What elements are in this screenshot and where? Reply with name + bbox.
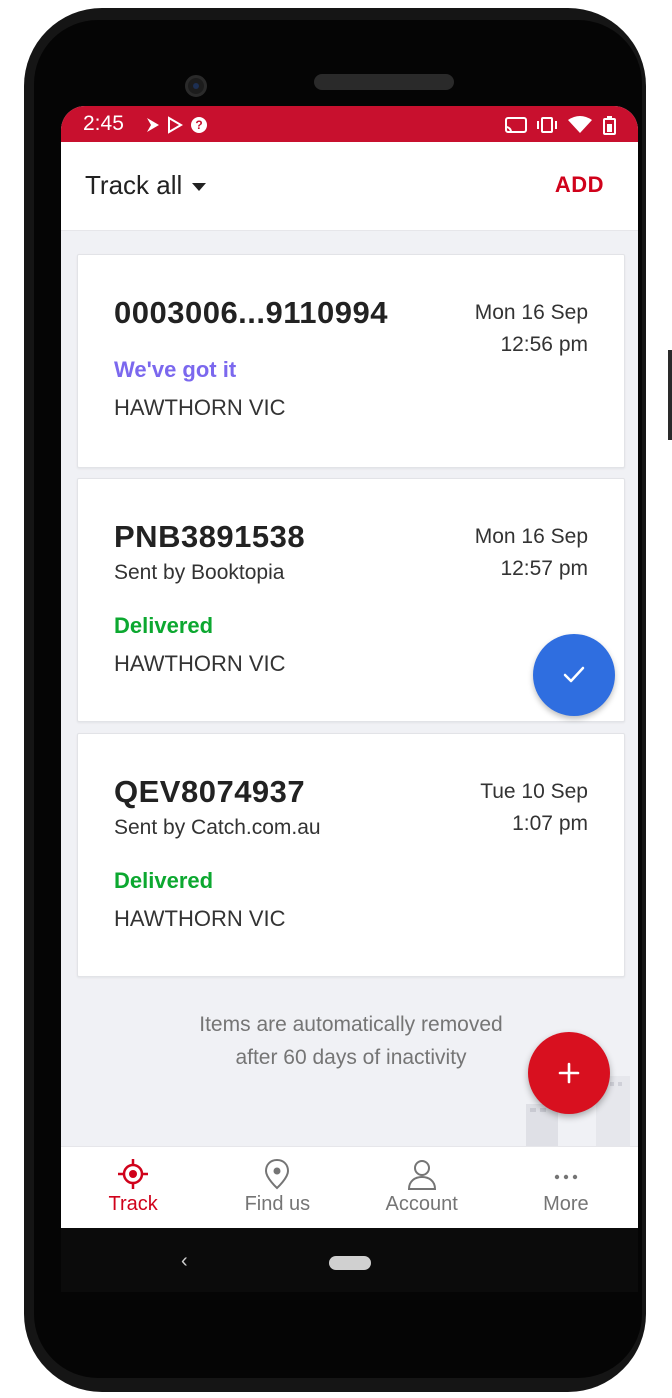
nav-item-more[interactable]: More: [494, 1147, 638, 1228]
item-timestamp: Mon 16 Sep 12:57 pm: [475, 521, 588, 585]
plus-icon: [558, 1062, 580, 1084]
status-time: 2:45: [83, 112, 124, 135]
select-fab-button[interactable]: [533, 634, 615, 716]
item-status: Delivered: [114, 613, 214, 638]
more-dots-icon: [554, 1174, 578, 1180]
play-store-icon: [168, 116, 183, 134]
item-location: HAWTHORN VIC: [114, 906, 286, 931]
front-camera: [185, 75, 207, 97]
note-line: Items are automatically removed: [199, 1013, 503, 1036]
app-bar: Track all ADD: [61, 142, 638, 231]
crosshair-icon: [118, 1159, 149, 1189]
battery-icon: [603, 116, 616, 135]
nav-label: Account: [385, 1193, 458, 1215]
vibrate-icon: [537, 117, 557, 133]
cast-icon: [505, 117, 527, 133]
item-status: Delivered: [114, 868, 214, 893]
nav-item-find-us[interactable]: Find us: [205, 1147, 349, 1228]
item-time: 1:07 pm: [512, 812, 588, 835]
track-filter-label: Track all: [85, 170, 183, 200]
item-time: 12:57 pm: [500, 557, 588, 580]
add-button[interactable]: ADD: [555, 172, 604, 198]
earpiece-speaker: [314, 74, 454, 90]
svg-text:?: ?: [195, 118, 202, 132]
tracking-number: 0003006...9110994: [114, 295, 388, 330]
check-icon: [563, 666, 585, 683]
item-timestamp: Mon 16 Sep 12:56 pm: [475, 297, 588, 361]
phone-side-button: [668, 350, 672, 440]
back-icon[interactable]: ‹: [181, 1250, 188, 1273]
item-sender: Sent by Catch.com.au: [114, 816, 321, 839]
add-item-fab-button[interactable]: [528, 1032, 610, 1114]
status-left-icons: ?: [147, 116, 207, 134]
item-location: HAWTHORN VIC: [114, 651, 286, 676]
item-date: Tue 10 Sep: [480, 780, 588, 803]
nav-label: Track: [108, 1193, 158, 1215]
nav-label: Find us: [244, 1193, 311, 1215]
nav-item-account[interactable]: Account: [350, 1147, 494, 1228]
tracking-card[interactable]: 0003006...9110994 We've got it HAWTHORN …: [77, 254, 625, 468]
system-navigation-bar: ‹: [61, 1228, 638, 1292]
status-right-icons: [505, 116, 616, 135]
note-line: after 60 days of inactivity: [235, 1046, 467, 1069]
item-sender: Sent by Booktopia: [114, 561, 285, 584]
dropdown-caret-icon: [192, 183, 207, 191]
notification-icon: [147, 118, 159, 132]
item-date: Mon 16 Sep: [474, 525, 588, 548]
status-bar: 2:45 ?: [61, 106, 638, 142]
wifi-icon: [568, 116, 592, 133]
tracking-number: PNB3891538: [114, 519, 306, 554]
track-filter-dropdown[interactable]: Track all: [85, 170, 207, 201]
tracking-card[interactable]: QEV8074937 Sent by Catch.com.au Delivere…: [77, 733, 625, 977]
bottom-navigation: Track Find us Account More: [61, 1146, 638, 1228]
nav-label: More: [543, 1193, 589, 1215]
item-timestamp: Tue 10 Sep 1:07 pm: [480, 776, 588, 840]
location-pin-icon: [265, 1158, 290, 1190]
item-date: Mon 16 Sep: [474, 301, 588, 324]
tracking-number: QEV8074937: [114, 774, 306, 809]
item-time: 12:56 pm: [500, 333, 588, 356]
app-screen: 2:45 ? Track all ADD 0003006...9110994 W…: [61, 106, 638, 1228]
item-location: HAWTHORN VIC: [114, 395, 286, 420]
person-icon: [407, 1160, 436, 1190]
auto-remove-note: Items are automatically removed after 60…: [121, 1008, 581, 1074]
item-status: We've got it: [114, 357, 237, 382]
nav-item-track[interactable]: Track: [61, 1147, 205, 1228]
home-pill-button[interactable]: [329, 1256, 371, 1270]
help-icon: ?: [191, 117, 207, 133]
